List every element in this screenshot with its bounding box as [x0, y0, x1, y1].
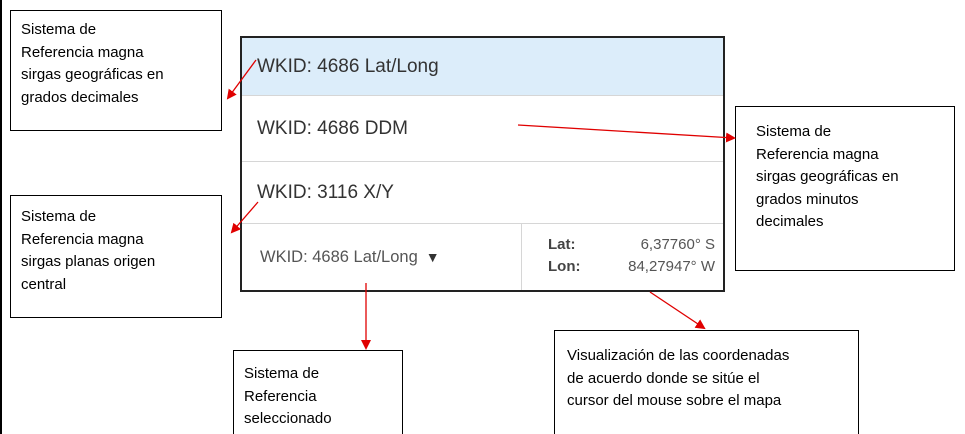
- arrow-to-note-tl: [226, 59, 257, 100]
- annotation-arrows: [226, 59, 736, 350]
- arrow-to-note-ml: [230, 201, 259, 234]
- arrow-to-note-br: [649, 291, 706, 330]
- arrow-to-note-r: [517, 124, 736, 143]
